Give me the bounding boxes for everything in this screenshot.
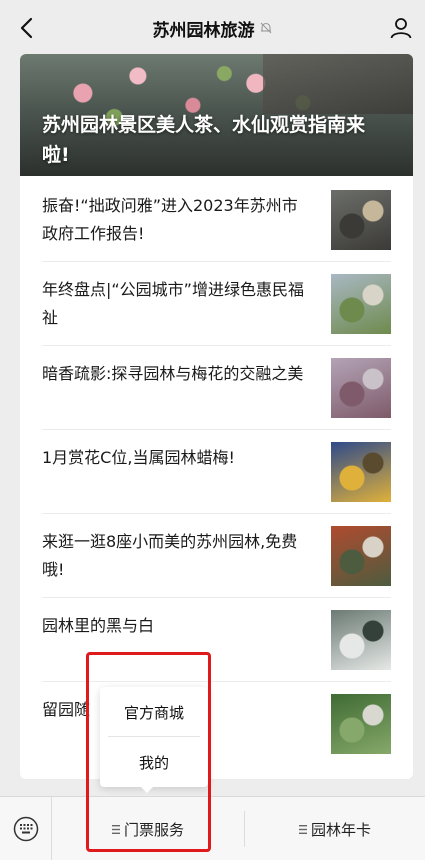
- user-icon: [390, 18, 412, 39]
- hero-article[interactable]: 苏州园林景区美人茶、水仙观赏指南来啦!: [20, 54, 413, 176]
- profile-button[interactable]: [385, 12, 417, 44]
- article-title: 来逛一逛8座小而美的苏州园林,免费哦!: [42, 532, 298, 579]
- page-title: 苏州园林旅游: [153, 16, 273, 41]
- menu-garden-annual-card-label: 园林年卡: [310, 820, 371, 839]
- article-title: 暗香疏影:探寻园林与梅花的交融之美: [42, 364, 304, 383]
- article-title: 年终盘点|“公园城市”增进绿色惠民福祉: [42, 280, 304, 327]
- list-icon: [298, 824, 307, 834]
- article-thumbnail: [331, 358, 391, 418]
- article-thumbnail: [331, 610, 391, 670]
- article-item[interactable]: 1月赏花C位,当属园林蜡梅!: [42, 430, 391, 514]
- navbar: 苏州园林旅游: [0, 0, 425, 56]
- bell-muted-icon: [260, 22, 271, 34]
- article-title: 振奋!“拙政问雅”进入2023年苏州市政府工作报告!: [42, 196, 298, 243]
- article-item[interactable]: 来逛一逛8座小而美的苏州园林,免费哦!: [42, 514, 391, 598]
- keyboard-toggle-button[interactable]: [0, 797, 52, 860]
- article-list-card: 苏州园林景区美人茶、水仙观赏指南来啦! 振奋!“拙政问雅”进入2023年苏州市政…: [20, 54, 413, 779]
- hero-image: [263, 54, 413, 114]
- article-thumbnail: [331, 694, 391, 754]
- keyboard-icon: [13, 816, 38, 842]
- article-thumbnail: [331, 190, 391, 250]
- article-item[interactable]: 暗香疏影:探寻园林与梅花的交融之美: [42, 346, 391, 430]
- article-item[interactable]: 振奋!“拙政问雅”进入2023年苏州市政府工作报告!: [42, 178, 391, 262]
- menu-garden-annual-card[interactable]: 园林年卡: [245, 797, 425, 860]
- article-thumbnail: [331, 274, 391, 334]
- back-button[interactable]: [10, 12, 42, 44]
- article-item[interactable]: 年终盘点|“公园城市”增进绿色惠民福祉: [42, 262, 391, 346]
- article-thumbnail: [331, 442, 391, 502]
- article-title: 园林里的黑与白: [42, 616, 155, 635]
- hero-title: 苏州园林景区美人茶、水仙观赏指南来啦!: [42, 114, 366, 166]
- article-thumbnail: [331, 526, 391, 586]
- account-name: 苏州园林旅游: [152, 20, 255, 41]
- bottom-menu-bar: 门票服务 园林年卡: [0, 796, 425, 860]
- chevron-left-icon: [20, 17, 33, 39]
- highlight-box: [86, 652, 211, 852]
- article-title: 1月赏花C位,当属园林蜡梅!: [42, 448, 235, 467]
